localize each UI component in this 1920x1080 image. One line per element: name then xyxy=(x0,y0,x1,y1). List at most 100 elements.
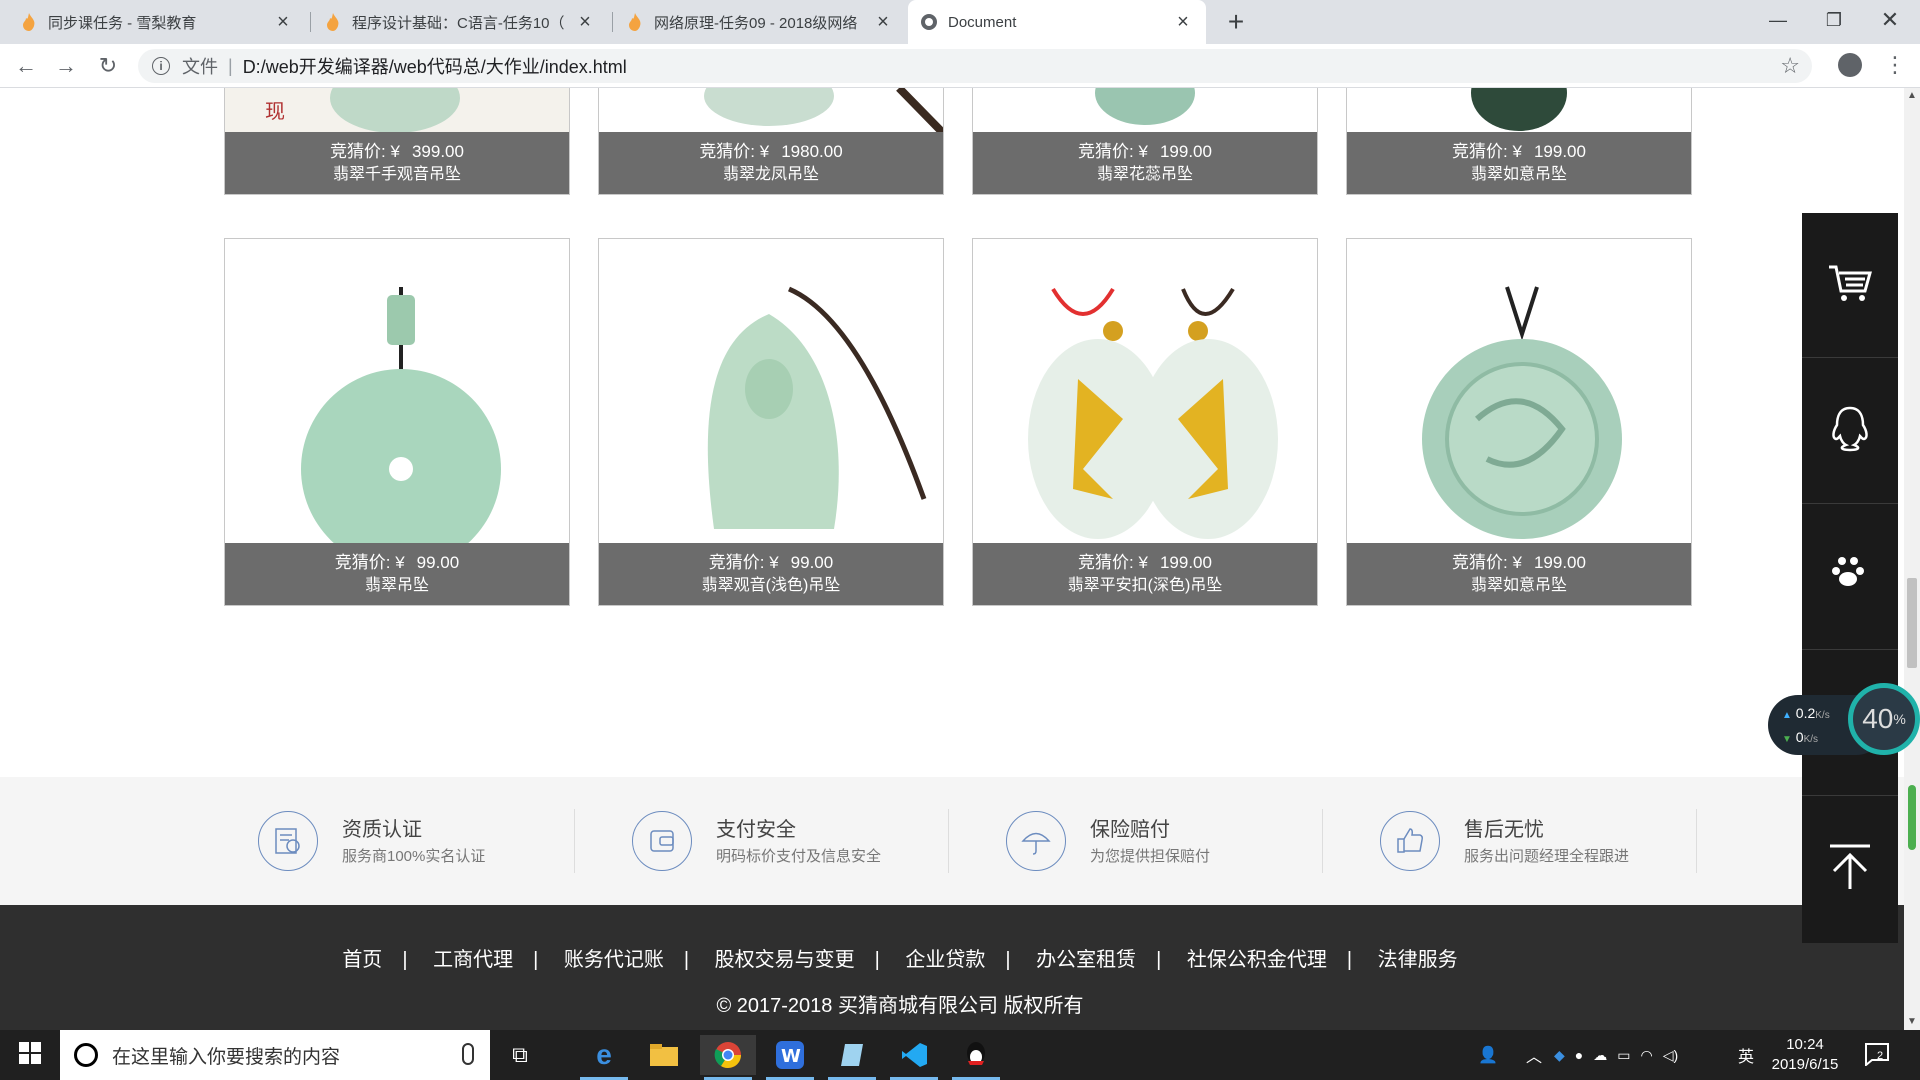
qq-tray-icon[interactable]: ● xyxy=(1575,1047,1583,1063)
dropbox-icon[interactable]: ◆ xyxy=(1554,1047,1565,1064)
globe-icon xyxy=(920,13,938,31)
url-scheme: 文件 xyxy=(182,57,218,77)
footer-link[interactable]: 社保公积金代理 xyxy=(1187,943,1327,972)
product-name[interactable]: 翡翠吊坠 xyxy=(225,574,569,598)
tab-network[interactable]: 网络原理-任务09 - 2018级网络 × xyxy=(614,0,906,44)
close-window-button[interactable]: ✕ xyxy=(1862,0,1918,40)
product-image xyxy=(1347,239,1691,543)
footer-link[interactable]: 办公室租赁 xyxy=(1036,943,1136,972)
product-card[interactable]: 竞猜价: ¥ 99.00 翡翠观音(浅色)吊坠 xyxy=(598,238,944,606)
profile-avatar[interactable] xyxy=(1838,53,1862,77)
footer-link[interactable]: 账务代记账 xyxy=(564,943,664,972)
network-speed-widget[interactable]: ▲ 0.2K/s ▼ 0K/s 40% xyxy=(1768,683,1920,773)
battery-icon[interactable]: ▭ xyxy=(1617,1047,1630,1064)
volume-icon[interactable]: ◁) xyxy=(1663,1047,1678,1064)
product-card[interactable]: 竞猜价: ¥ 199.00 翡翠如意吊坠 xyxy=(1346,238,1692,606)
close-icon[interactable]: × xyxy=(574,11,596,33)
scroll-thumb[interactable] xyxy=(1907,578,1917,668)
taskbar-search[interactable]: 在这里输入你要搜索的内容 xyxy=(60,1030,490,1080)
vscode-icon[interactable] xyxy=(886,1035,942,1080)
product-name[interactable]: 翡翠花蕊吊坠 xyxy=(973,163,1317,187)
paw-button[interactable] xyxy=(1802,505,1898,650)
tray-app-icons[interactable]: ◆ ● ☁ ▭ ◠ ◁) xyxy=(1554,1030,1688,1080)
qq-button[interactable] xyxy=(1802,359,1898,504)
footer-link[interactable]: 法律服务 xyxy=(1378,943,1458,972)
url-text[interactable]: D:/web开发编译器/web代码总/大作业/index.html xyxy=(243,53,627,79)
flame-icon xyxy=(626,13,644,31)
forward-button[interactable]: → xyxy=(50,50,82,82)
price-value: 199.00 xyxy=(1159,142,1212,161)
address-bar[interactable]: i 文件 | D:/web开发编译器/web代码总/大作业/index.html… xyxy=(138,49,1812,83)
notification-center[interactable]: 2 xyxy=(1864,1042,1894,1068)
assistant-tab[interactable] xyxy=(1908,785,1916,850)
feature-desc: 服务出问题经理全程跟进 xyxy=(1464,848,1630,865)
task-view-icon[interactable]: ⧉ xyxy=(492,1035,548,1075)
product-card[interactable]: 竞猜价: ¥ 1980.00 翡翠龙凤吊坠 xyxy=(598,88,944,195)
back-button[interactable]: ← xyxy=(10,50,42,82)
product-card[interactable]: 现 竞猜价: ¥ 399.00 翡翠千手观音吊坠 xyxy=(224,88,570,195)
close-icon[interactable]: × xyxy=(872,11,894,33)
upload-unit: K/s xyxy=(1815,710,1830,721)
chrome-icon[interactable] xyxy=(700,1035,756,1080)
download-unit: K/s xyxy=(1803,734,1819,745)
back-to-top-button[interactable] xyxy=(1802,797,1898,942)
product-card[interactable]: 竞猜价: ¥ 199.00 翡翠平安扣(深色)吊坠 xyxy=(972,238,1318,606)
feature-item: 支付安全 明码标价支付及信息安全 xyxy=(598,807,972,873)
product-info-bar: 竞猜价: ¥ 199.00 翡翠花蕊吊坠 xyxy=(973,132,1317,194)
wifi-icon[interactable]: ◠ xyxy=(1640,1047,1652,1064)
file-explorer-icon[interactable] xyxy=(636,1035,692,1075)
product-name[interactable]: 翡翠千手观音吊坠 xyxy=(225,163,569,187)
product-name[interactable]: 翡翠平安扣(深色)吊坠 xyxy=(973,574,1317,598)
feature-desc: 服务商100%实名认证 xyxy=(342,848,486,865)
notepad-icon[interactable] xyxy=(824,1035,880,1080)
windows-icon xyxy=(19,1041,41,1069)
maximize-button[interactable]: ❐ xyxy=(1806,0,1862,40)
new-tab-button[interactable]: + xyxy=(1220,6,1252,38)
footer-link[interactable]: 企业贷款 xyxy=(905,943,985,972)
footer-link[interactable]: 股权交易与变更 xyxy=(715,943,855,972)
price-value: 99.00 xyxy=(416,553,460,572)
close-icon[interactable]: × xyxy=(1172,11,1194,33)
product-card[interactable]: 竞猜价: ¥ 199.00 翡翠花蕊吊坠 xyxy=(972,88,1318,195)
microphone-icon[interactable] xyxy=(462,1043,474,1065)
onedrive-icon[interactable]: ☁ xyxy=(1593,1047,1607,1064)
product-card[interactable]: 竞猜价: ¥ 199.00 翡翠如意吊坠 xyxy=(1346,88,1692,195)
tab-document[interactable]: Document × xyxy=(908,0,1206,44)
edge-browser-icon[interactable]: e xyxy=(576,1035,632,1080)
product-card[interactable]: 竞猜价: ¥ 99.00 翡翠吊坠 xyxy=(224,238,570,606)
reload-button[interactable]: ↻ xyxy=(92,50,124,82)
thumbs-up-icon xyxy=(1380,811,1440,871)
tab-separator xyxy=(310,12,311,32)
footer-link[interactable]: 首页 xyxy=(342,943,382,972)
feature-item: 资质认证 服务商100%实名认证 xyxy=(224,807,598,873)
wps-writer-icon[interactable]: W xyxy=(762,1035,818,1080)
product-name[interactable]: 翡翠观音(浅色)吊坠 xyxy=(599,574,943,598)
cart-button[interactable] xyxy=(1802,213,1898,358)
price-label: 竞猜价: ¥ xyxy=(1078,553,1148,572)
bookmark-star-icon[interactable]: ☆ xyxy=(1780,53,1800,79)
system-clock[interactable]: 10:24 2019/6/15 xyxy=(1760,1035,1850,1075)
footer-link[interactable]: 工商代理 xyxy=(433,943,513,972)
ime-indicator[interactable]: 英 xyxy=(1738,1030,1754,1080)
product-image xyxy=(973,239,1317,543)
people-icon[interactable]: 👤 xyxy=(1478,1030,1498,1080)
product-name[interactable]: 翡翠如意吊坠 xyxy=(1347,163,1691,187)
tab-xueli[interactable]: 同步课任务 - 雪梨教育 × xyxy=(8,0,306,44)
tab-c-language[interactable]: 程序设计基础：C语言-任务10（ × xyxy=(312,0,608,44)
floating-sidebar xyxy=(1802,213,1898,943)
close-icon[interactable]: × xyxy=(272,11,294,33)
tab-title: 同步课任务 - 雪梨教育 xyxy=(48,14,197,32)
page-scrollbar[interactable]: ▲ ▼ xyxy=(1904,88,1920,1030)
product-name[interactable]: 翡翠如意吊坠 xyxy=(1347,574,1691,598)
browser-menu-icon[interactable]: ⋮ xyxy=(1884,50,1906,80)
tray-expand-icon[interactable]: ︿ xyxy=(1526,1030,1542,1080)
scroll-down-arrow-icon[interactable]: ▼ xyxy=(1904,1014,1920,1030)
qq-penguin-icon[interactable] xyxy=(948,1035,1004,1080)
scroll-up-arrow-icon[interactable]: ▲ xyxy=(1904,88,1920,104)
info-icon[interactable]: i xyxy=(152,57,170,75)
svg-text:W: W xyxy=(781,1046,801,1067)
price-label: 竞猜价: ¥ xyxy=(330,142,400,161)
product-name[interactable]: 翡翠龙凤吊坠 xyxy=(599,163,943,187)
minimize-button[interactable]: — xyxy=(1750,0,1806,40)
start-button[interactable] xyxy=(0,1030,60,1080)
